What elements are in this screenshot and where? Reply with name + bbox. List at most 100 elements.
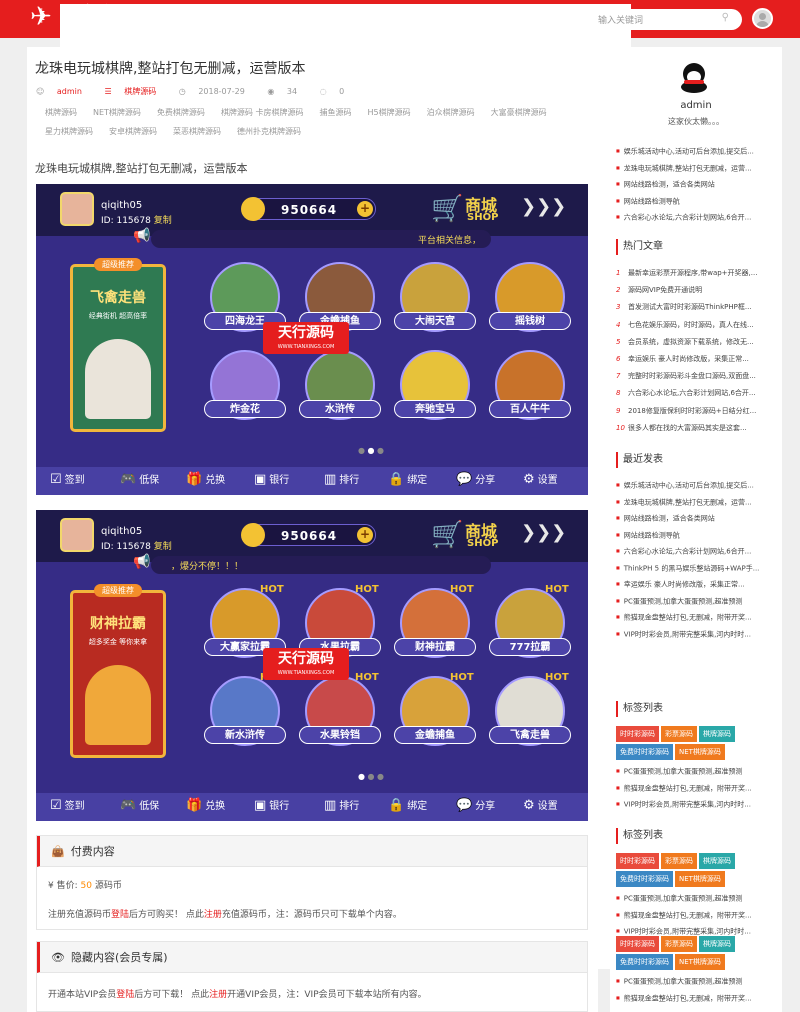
tag-chip[interactable]: NET棋牌源码 [675, 744, 725, 760]
gamepad-icon: 🎮 [120, 472, 137, 487]
tag-link[interactable]: H5棋牌源码 [367, 103, 410, 122]
list-item[interactable]: 龙珠电玩城棋牌,整站打包无删减，运营... [616, 494, 776, 511]
nav-ssc-source[interactable]: 时时彩源码 [221, 0, 276, 38]
author-link[interactable]: admin [57, 87, 82, 96]
tag-chip[interactable]: 彩票源码 [661, 853, 697, 869]
tag-chip[interactable]: 时时彩源码 [616, 726, 659, 742]
tag-chip[interactable]: 免费时时彩源码 [616, 954, 673, 970]
tag-link[interactable]: 菜恶棋牌源码 [173, 122, 221, 141]
list-item[interactable]: 网站线路检测，适合各类网站 [616, 176, 776, 193]
list-item[interactable]: 熊猫现金盘整站打包,无删减，附带开奖... [616, 907, 776, 924]
tag-link[interactable]: 泊众棋牌源码 [427, 103, 475, 122]
tag-link[interactable]: 大富豪棋牌源码 [491, 103, 547, 122]
tag-chip[interactable]: NET棋牌源码 [675, 871, 725, 887]
site-logo[interactable]: ✈ 天行源码 WWW.TIANXINGS.COM [30, 3, 631, 969]
tag-link[interactable]: NET棋牌源码 [93, 103, 141, 122]
player-avatar [60, 192, 94, 226]
list-item[interactable]: VIP时时彩会员,附带完整采集,河内时时... [616, 796, 776, 813]
nav-vip[interactable]: 开通VIP会员 [516, 0, 577, 38]
nav-home[interactable]: 首页 [172, 0, 194, 38]
settings-button: ⚙ 设置 [523, 797, 558, 813]
btn-label: 设置 [537, 801, 558, 812]
list-item[interactable]: PC蛋蛋预测,加拿大蛋蛋预测,超准预测 [616, 890, 776, 907]
price-row: ¥ 售价: 50 源码币 [37, 878, 587, 891]
tag-link[interactable]: 安卓棋牌源码 [109, 122, 157, 141]
user-avatar[interactable] [752, 8, 773, 29]
list-item[interactable]: 龙珠电玩城棋牌,整站打包无删减，运营... [616, 160, 776, 177]
list-item[interactable]: 幸运娱乐 豪人时尚修改版，采集正常... [616, 576, 776, 593]
game-screenshot-2: qiqith05 ID: 115678 复制 950664 + 🛒 商城 SHO… [36, 510, 588, 821]
list-item[interactable]: 10 很多人都在找的大富源码其实是这套... [616, 420, 776, 437]
tag-chip[interactable]: 棋牌源码 [699, 936, 735, 952]
list-item[interactable]: PC蛋蛋预测,加拿大蛋蛋预测,超准预测 [616, 763, 776, 780]
tag-chip[interactable]: 时时彩源码 [616, 853, 659, 869]
list-item[interactable]: PC蛋蛋预测,加拿大蛋蛋预测,超准预测 [616, 593, 776, 610]
list-item[interactable]: 六合彩心水论坛,六合彩计划网站,6合开... [616, 209, 776, 226]
article-meta: ☺ admin ☰ 棋牌源码 ◷ 2018-07-29 ◉ 34 ◌ 0 [36, 86, 364, 97]
btn-label: 分享 [475, 801, 496, 812]
list-item[interactable]: 娱乐城活动中心,活动可后台添加,提交后... [616, 143, 776, 160]
list-item[interactable]: 1 最新幸运彩票开源程序,带wap+开奖器,... [616, 265, 776, 282]
nav-tutorial[interactable]: 建站教程 [445, 0, 489, 38]
login-link[interactable]: 登陆 [116, 990, 134, 1000]
game-label: 财神拉霸 [394, 638, 476, 656]
list-item[interactable]: 娱乐城活动中心,活动可后台添加,提交后... [616, 477, 776, 494]
tag-chip[interactable]: 棋牌源码 [699, 726, 735, 742]
cart-icon: 🛒 [431, 520, 464, 550]
tag-link[interactable]: 棋牌源码 [45, 103, 77, 122]
list-item[interactable]: 2 源码网VIP免费开通说明 [616, 282, 776, 299]
list-item[interactable]: 4 七色花娱乐源码，时时源码，真人在线... [616, 317, 776, 334]
tag-chip[interactable]: NET棋牌源码 [675, 954, 725, 970]
game-tile: HOT新水浒传 [204, 670, 286, 752]
btn-label: 兑换 [205, 801, 226, 812]
register-link[interactable]: 注册 [209, 990, 227, 1000]
list-item[interactable]: 熊猫现金盘整站打包,无删减，附带开奖... [616, 990, 776, 1007]
search-icon[interactable]: ⚲ [722, 12, 729, 23]
list-item[interactable]: VIP时时彩会员,附带完整采集,河内时时... [616, 626, 776, 643]
list-item[interactable]: 9 2018修复版保利时时彩源码+日结分红... [616, 403, 776, 420]
tag-link[interactable]: 德州扑克棋牌源码 [237, 122, 301, 141]
tag-link[interactable]: 星力棋牌源码 [45, 122, 93, 141]
list-item[interactable]: 3 首发测试大富时时彩源码ThinkPHP框... [616, 299, 776, 316]
tag-link[interactable]: 免费棋牌源码 [157, 103, 205, 122]
list-item[interactable]: 8 六合彩心水论坛,六合彩计划网站,6合开... [616, 385, 776, 402]
watermark-text: 天行源码 [278, 651, 334, 667]
hot-articles-list: 1 最新幸运彩票开源程序,带wap+开奖器,... 2 源码网VIP免费开通说明 3… [616, 265, 776, 437]
list-item[interactable]: 6 幸运娱乐 豪人时尚修改版，采集正常... [616, 351, 776, 368]
tag-chip[interactable]: 免费时时彩源码 [616, 871, 673, 887]
list-item[interactable]: 网站线路检测，适合各类网站 [616, 510, 776, 527]
shop-en: SHOP [467, 212, 499, 223]
tag-link[interactable]: 棋牌源码 卡房棋牌源码 [221, 103, 304, 122]
list-item[interactable]: 网站线路检测导航 [616, 193, 776, 210]
game-label: 水浒传 [299, 400, 381, 418]
marquee-bar: 📢 平台相关信息， [133, 228, 491, 248]
tag-chip[interactable]: 彩票源码 [661, 726, 697, 742]
eye-icon: ◉ [267, 87, 277, 96]
tag-chip[interactable]: 免费时时彩源码 [616, 744, 673, 760]
tag-link[interactable]: 捕鱼源码 [319, 103, 351, 122]
marquee-text: 平台相关信息， [417, 236, 481, 246]
register-link[interactable]: 注册 [204, 910, 222, 920]
list-item[interactable]: ThinkPH 5 的黑马娱乐整站源码+WAP手... [616, 560, 776, 577]
category-link[interactable]: 棋牌源码 [124, 87, 156, 96]
list-item[interactable]: 六合彩心水论坛,六合彩计划网站,6合开... [616, 543, 776, 560]
tag-chip[interactable]: 时时彩源码 [616, 936, 659, 952]
vip-text-b: 后方可下载！ 点此 [134, 990, 210, 1000]
list-item-text: 七色花娱乐源码，时时源码，真人在线... [628, 320, 754, 329]
login-link[interactable]: 登陆 [111, 910, 129, 920]
tag-chip[interactable]: 彩票源码 [661, 936, 697, 952]
list-item[interactable]: PC蛋蛋预测,加拿大蛋蛋预测,超准预测 [616, 973, 776, 990]
nav-chess-source[interactable]: 棋牌源码 [303, 0, 347, 38]
list-item[interactable]: 熊猫现金盘整站打包,无删减，附带开奖... [616, 609, 776, 626]
search-input[interactable] [598, 12, 716, 27]
list-item[interactable]: 网站线路检测导航 [616, 527, 776, 544]
tag-chip[interactable]: 棋牌源码 [699, 853, 735, 869]
list-item[interactable]: 熊猫现金盘整站打包,无删减，附带开奖... [616, 780, 776, 797]
arrows-icon: ❯❯❯ [521, 196, 567, 217]
nav-website-source[interactable]: 网站源码 [374, 0, 418, 38]
carousel-dots: ● ● ● [358, 446, 385, 455]
list-item[interactable]: 7 完整时时彩源码彩斗金盘口源码,双面盘... [616, 368, 776, 385]
list-item[interactable]: 5 会员系统，虚拟资源下载系统，修改无... [616, 334, 776, 351]
author-name: admin [680, 100, 712, 111]
game-grid: HOT大赢家拉霸 HOT水果拉霸 HOT财神拉霸 HOT777拉霸 HOT新水浒… [196, 582, 586, 758]
